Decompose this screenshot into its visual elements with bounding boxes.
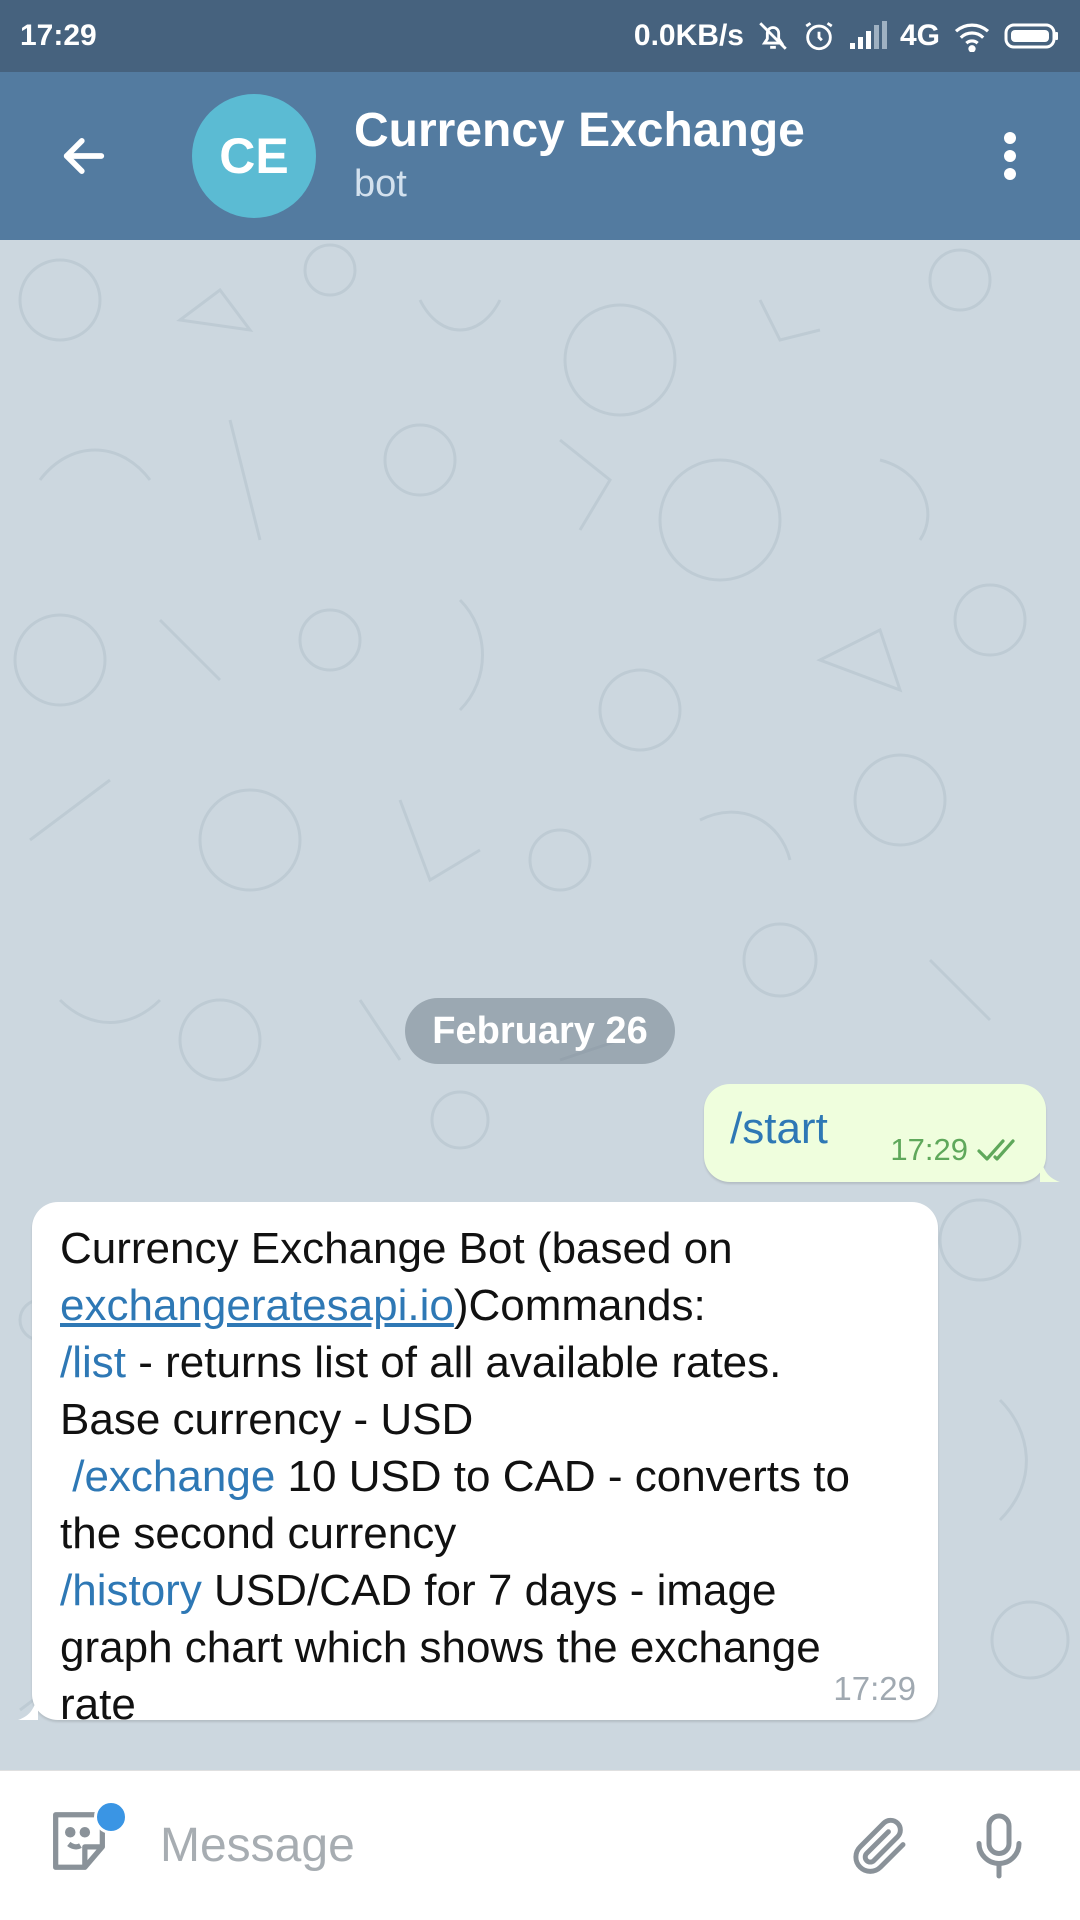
battery-icon [1004,22,1060,50]
signal-icon [848,21,888,51]
wifi-icon [952,20,992,52]
incoming-message[interactable]: Currency Exchange Bot (based on exchange… [18,1202,938,1729]
microphone-icon [976,1813,1022,1878]
arrow-left-icon [63,138,105,174]
message-line: Base currency - USD [60,1395,474,1444]
chat-title-block[interactable]: Currency Exchange bot [354,103,960,209]
date-separator: February 26 [405,998,675,1064]
screen: 17:29 0.0KB/s 4G CE Currency Exchange bo… [0,0,1080,1920]
bubble-tail [18,1690,38,1720]
message-line: rate [60,1680,136,1729]
bubble-tail [1040,1152,1060,1182]
sticker-button[interactable] [44,1799,128,1886]
double-check-icon [977,1139,1015,1161]
command-exchange-link[interactable]: /exchange [72,1452,275,1501]
chat-header: CE Currency Exchange bot [0,72,1080,240]
command-list-link[interactable]: /list [60,1338,126,1387]
message-line: /history USD/CAD for 7 days - image [60,1566,777,1615]
microphone-button[interactable] [954,1801,1044,1891]
message-input[interactable] [158,1817,836,1874]
mute-icon [756,19,790,53]
chat-subtitle: bot [354,163,407,205]
message-line: graph chart which shows the exchange [60,1623,821,1672]
message-body: Currency Exchange Bot (based on exchange… [60,1220,920,1733]
chat-area[interactable]: February 26 /start 17:29 Currency Exchan… [0,240,1080,1770]
avatar[interactable]: CE [192,94,316,218]
back-button[interactable] [24,96,144,216]
status-time: 17:29 [20,19,97,52]
network-speed: 0.0KB/s [633,19,744,52]
notification-dot [94,1799,128,1834]
message-line: exchangeratesapi.io)Commands: [60,1281,706,1330]
message-input-bar [0,1770,1080,1920]
message-time: 17:29 [890,1132,968,1167]
status-bar: 17:29 0.0KB/s 4G [0,0,1080,72]
message-line: Currency Exchange Bot (based on [60,1224,733,1273]
message-line: the second currency [60,1509,457,1558]
site-link[interactable]: exchangeratesapi.io [60,1281,454,1330]
message-line: /list - returns list of all available ra… [60,1338,782,1387]
status-icons: 0.0KB/s 4G [634,19,1060,53]
network-type: 4G [899,19,940,52]
outgoing-message[interactable]: /start 17:29 [704,1084,1060,1182]
attach-button[interactable] [836,1801,926,1891]
chat-title: Currency Exchange [354,104,805,157]
more-vertical-icon [1004,132,1016,180]
message-time: 17:29 [833,1670,916,1707]
alarm-icon [802,19,836,53]
paperclip-icon [853,1817,906,1874]
message-command-link[interactable]: /start [730,1104,828,1154]
message-meta: 17:29 [890,1132,1024,1168]
command-history-link[interactable]: /history [60,1566,202,1615]
menu-button[interactable] [960,96,1060,216]
message-line: /exchange 10 USD to CAD - converts to [72,1452,850,1501]
